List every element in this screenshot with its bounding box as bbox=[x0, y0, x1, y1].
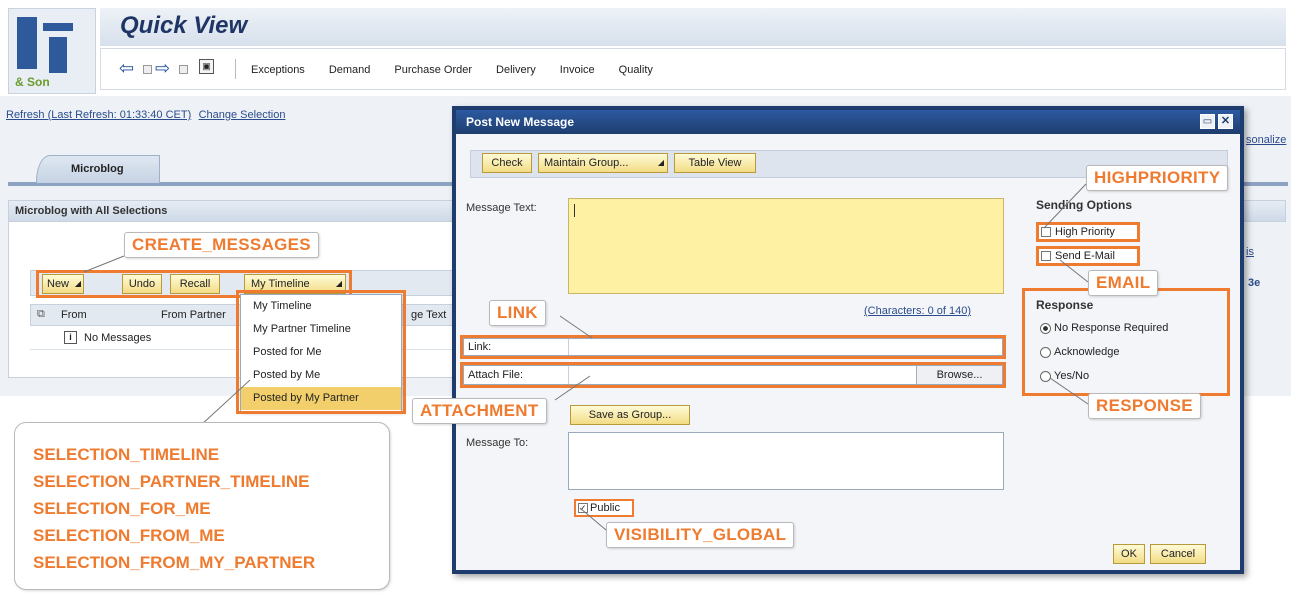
leader-highpriority bbox=[1043, 183, 1087, 229]
callout-visibility-global: VISIBILITY_GLOBAL bbox=[606, 522, 795, 548]
selection-from-me: SELECTION_FROM_ME bbox=[33, 526, 225, 545]
leader-email bbox=[1059, 259, 1089, 283]
callout-highpriority: HIGHPRIORITY bbox=[1086, 165, 1229, 191]
leader-link bbox=[559, 315, 593, 339]
leader-selection bbox=[199, 379, 251, 427]
callout-selection-list: SELECTION_TIMELINE SELECTION_PARTNER_TIM… bbox=[14, 422, 390, 590]
selection-timeline: SELECTION_TIMELINE bbox=[33, 445, 220, 464]
callout-create-messages: CREATE_MESSAGES bbox=[124, 232, 319, 258]
leader-visibility bbox=[579, 507, 607, 531]
selection-partner-timeline: SELECTION_PARTNER_TIMELINE bbox=[33, 472, 310, 491]
selection-from-my-partner: SELECTION_FROM_MY_PARTNER bbox=[33, 553, 316, 572]
callout-link: LINK bbox=[489, 300, 546, 326]
leader-response bbox=[1049, 377, 1089, 405]
callout-email: EMAIL bbox=[1088, 270, 1159, 296]
callout-response: RESPONSE bbox=[1088, 393, 1201, 419]
leader-create-messages bbox=[83, 255, 125, 273]
leader-attachment bbox=[554, 375, 591, 401]
callout-attachment: ATTACHMENT bbox=[412, 398, 547, 424]
selection-for-me: SELECTION_FOR_ME bbox=[33, 499, 211, 518]
